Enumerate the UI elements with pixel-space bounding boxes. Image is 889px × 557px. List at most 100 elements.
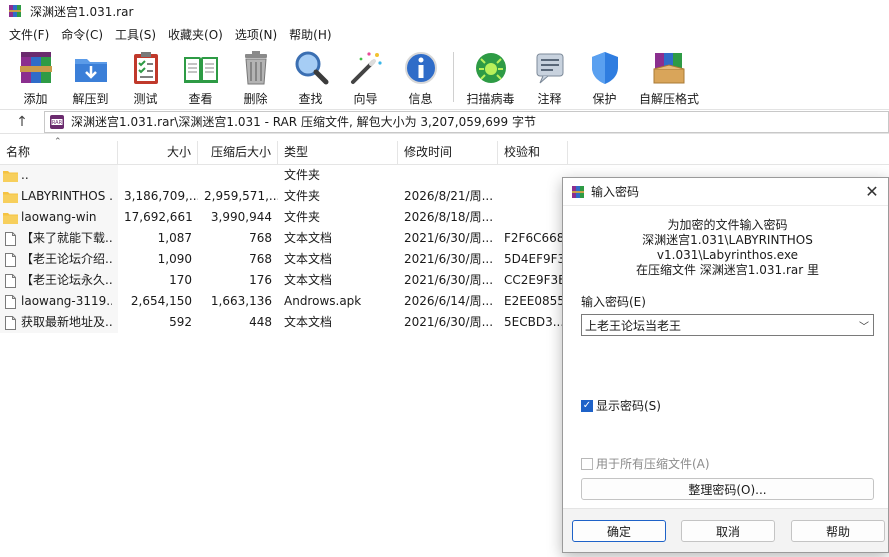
file-list-header: ⌃ 名称 大小 压缩后大小 类型 修改时间 校验和	[0, 137, 889, 165]
winrar-window: 深渊迷宫1.031.rar 文件(F) 命令(C) 工具(S) 收藏夹(O) 选…	[0, 0, 889, 557]
file-modified	[398, 165, 498, 186]
test-button[interactable]: 测试	[118, 46, 173, 108]
column-header-packed[interactable]: 压缩后大小	[198, 141, 278, 165]
password-field-label: 输入密码(E)	[581, 295, 646, 309]
password-input-value: 上老王论坛当老王	[585, 318, 682, 333]
file-packed-size: 176	[249, 273, 272, 287]
file-modified: 2026/6/14/周...	[404, 294, 494, 308]
add-label: 添加	[23, 92, 48, 106]
file-name: laowang-3119...	[21, 294, 112, 308]
winrar-app-icon	[9, 5, 21, 17]
file-size: 1,087	[157, 231, 192, 245]
magnifier-icon	[295, 51, 328, 85]
column-header-type[interactable]: 类型	[278, 141, 398, 165]
file-name-cell: laowang-3119...	[0, 291, 118, 312]
scan-virus-button[interactable]: 扫描病毒	[459, 46, 522, 108]
find-label: 查找	[298, 92, 323, 106]
extract-to-button[interactable]: 解压到	[63, 46, 118, 108]
file-crc: CC2E9F3B	[504, 273, 567, 287]
wizard-button[interactable]: 向导	[338, 46, 393, 108]
file-name: 【老王论坛永久...	[21, 273, 112, 287]
checkmark-icon[interactable]: ✓	[581, 399, 593, 412]
password-input[interactable]: 上老王论坛当老王 ﹀	[581, 314, 874, 336]
file-name: laowang-win	[21, 210, 97, 224]
extract-folder-icon	[74, 59, 107, 82]
address-bar: ↑ RAR 深渊迷宫1.031.rar\深渊迷宫1.031 - RAR 压缩文件…	[0, 110, 889, 134]
up-arrow-icon[interactable]: ↑	[0, 111, 44, 133]
file-packed-size: 3,990,944	[210, 210, 272, 224]
delete-button[interactable]: 删除	[228, 46, 283, 108]
file-packed-size: 2,959,571,...	[204, 189, 278, 203]
file-size: 170	[169, 273, 192, 287]
file-modified: 2021/6/30/周...	[404, 273, 494, 287]
file-name-cell: LABYRINTHOS ...	[0, 186, 118, 207]
file-name: 【老王论坛介绍...	[21, 252, 112, 266]
protect-label: 保护	[592, 92, 617, 106]
menu-file[interactable]: 文件(F)	[4, 26, 54, 43]
document-icon	[5, 315, 16, 330]
file-name-cell: ..	[0, 165, 118, 186]
toolbar: 添加 解压到 测试 查看 删除 查找 向导 信息 扫描病毒 注释 保护 自解压格…	[0, 46, 889, 110]
winrar-dialog-icon	[572, 185, 584, 198]
comment-button[interactable]: 注释	[522, 46, 577, 108]
menu-help[interactable]: 帮助(H)	[284, 26, 336, 43]
add-button[interactable]: 添加	[8, 46, 63, 108]
menu-favorites[interactable]: 收藏夹(O)	[163, 26, 228, 43]
file-modified: 2021/6/30/周...	[404, 252, 494, 266]
file-name: LABYRINTHOS ...	[21, 189, 112, 203]
ok-button[interactable]: 确定	[572, 520, 666, 542]
comment-label: 注释	[537, 92, 562, 106]
file-type: 文件夹	[284, 210, 321, 224]
dialog-message-line1: 为加密的文件输入密码	[667, 218, 788, 232]
cancel-button[interactable]: 取消	[681, 520, 775, 542]
file-packed-size: 768	[249, 252, 272, 266]
menu-tools[interactable]: 工具(S)	[110, 26, 161, 43]
column-header-crc[interactable]: 校验和	[498, 141, 568, 165]
file-crc: 5D4EF9F3	[504, 252, 566, 266]
empty-checkbox-icon[interactable]	[581, 457, 593, 470]
column-header-size[interactable]: 大小	[118, 141, 198, 165]
add-archive-icon	[19, 52, 52, 83]
help-button[interactable]: 帮助	[791, 520, 885, 542]
file-name-cell: laowang-win	[0, 207, 118, 228]
dialog-message: 为加密的文件输入密码 深渊迷宫1.031\LABYRINTHOS v1.031\…	[581, 218, 874, 278]
file-size	[118, 165, 198, 186]
clipboard-check-icon	[133, 52, 158, 84]
file-name-cell: 【老王论坛永久...	[0, 270, 118, 291]
dialog-title-bar: 输入密码 ✕	[563, 178, 888, 206]
chevron-down-icon[interactable]: ﹀	[855, 318, 873, 333]
menu-options[interactable]: 选项(N)	[230, 26, 282, 43]
file-type: 文本文档	[284, 273, 333, 287]
trash-can-icon	[244, 51, 267, 85]
document-icon	[5, 294, 16, 309]
column-header-empty	[568, 141, 889, 165]
view-button[interactable]: 查看	[173, 46, 228, 108]
shield-icon	[591, 52, 618, 84]
file-size: 592	[169, 315, 192, 329]
protect-button[interactable]: 保护	[577, 46, 632, 108]
organize-passwords-button[interactable]: 整理密码(O)...	[581, 478, 874, 500]
virus-bug-icon	[475, 53, 506, 83]
file-packed-size: 1,663,136	[210, 294, 272, 308]
file-type: 文本文档	[284, 231, 333, 245]
close-icon[interactable]: ✕	[862, 182, 882, 202]
extract-to-label: 解压到	[72, 92, 109, 106]
sfx-button[interactable]: 自解压格式	[632, 46, 706, 108]
use-for-all-checkbox[interactable]: 用于所有压缩文件(A)	[581, 455, 874, 472]
info-label: 信息	[408, 92, 433, 106]
show-password-label: 显示密码(S)	[596, 399, 661, 413]
menu-commands[interactable]: 命令(C)	[56, 26, 108, 43]
show-password-checkbox[interactable]: ✓ 显示密码(S)	[581, 397, 874, 414]
password-dialog: 输入密码 ✕ 为加密的文件输入密码 深渊迷宫1.031\LABYRINTHOS …	[562, 177, 889, 553]
test-label: 测试	[133, 92, 158, 106]
file-crc: E2EE0855	[504, 294, 565, 308]
address-path-box[interactable]: RAR 深渊迷宫1.031.rar\深渊迷宫1.031 - RAR 压缩文件, …	[44, 110, 889, 133]
file-crc	[498, 165, 568, 186]
find-button[interactable]: 查找	[283, 46, 338, 108]
file-type: 文本文档	[284, 315, 333, 329]
address-path-text: 深渊迷宫1.031.rar\深渊迷宫1.031 - RAR 压缩文件, 解包大小…	[71, 115, 537, 129]
info-button[interactable]: 信息	[393, 46, 448, 108]
dialog-title: 输入密码	[591, 185, 640, 199]
document-icon	[5, 252, 16, 267]
column-header-mtime[interactable]: 修改时间	[398, 141, 498, 165]
